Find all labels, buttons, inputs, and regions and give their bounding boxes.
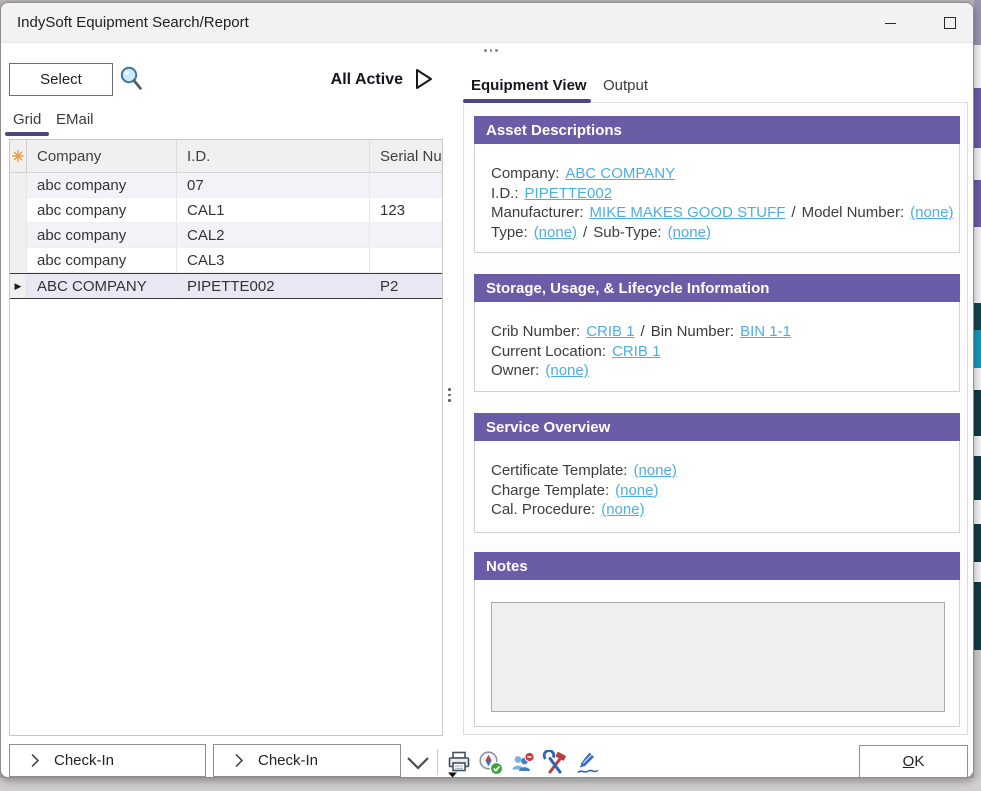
section-service-overview: Service Overview Certificate Template: (n… [474, 413, 960, 533]
maximize-button[interactable] [928, 3, 972, 43]
maximize-icon [944, 17, 956, 29]
separator: / [583, 224, 587, 241]
current-row-marker-icon: ▶ [15, 281, 22, 292]
field-label: Company: [491, 165, 559, 182]
check-in-button-2[interactable]: Check-In [213, 744, 401, 777]
select-button[interactable]: Select [9, 63, 113, 96]
field-label: Crib Number: [491, 323, 580, 340]
new-row-header[interactable] [10, 140, 27, 172]
field-label: Type: [491, 224, 528, 241]
cell-company: abc company [27, 198, 177, 222]
section-asset-descriptions: Asset Descriptions Company: ABC COMPANY I… [474, 116, 960, 253]
model-number-link[interactable]: (none) [910, 204, 953, 221]
separator: / [791, 204, 795, 221]
tab-grid[interactable]: Grid [13, 111, 41, 128]
section-header: Storage, Usage, & Lifecycle Information [474, 274, 960, 302]
field-label: Certificate Template: [491, 462, 627, 479]
cell-id: CAL2 [177, 223, 370, 247]
cell-serial [370, 223, 443, 247]
column-header-id[interactable]: I.D. [177, 140, 370, 172]
cell-serial [370, 248, 443, 272]
print-icon[interactable] [446, 750, 472, 776]
section-header: Asset Descriptions [474, 116, 960, 144]
manufacturer-link[interactable]: MIKE MAKES GOOD STUFF [590, 204, 786, 221]
chevron-down-icon[interactable] [405, 756, 431, 776]
section-header: Notes [474, 552, 960, 580]
id-link[interactable]: PIPETTE002 [525, 185, 613, 202]
current-location-link[interactable]: CRIB 1 [612, 343, 660, 360]
cell-serial [370, 173, 443, 197]
cell-serial: 123 [370, 198, 443, 222]
chevron-right-icon [30, 753, 40, 768]
tools-icon[interactable] [542, 750, 568, 776]
cell-serial: P2 [370, 274, 443, 298]
company-link[interactable]: ABC COMPANY [565, 165, 675, 182]
equipment-view-panel: Asset Descriptions Company: ABC COMPANY I… [463, 103, 968, 735]
table-row[interactable]: abc company 07 [10, 173, 443, 198]
run-search-icon[interactable] [413, 67, 435, 96]
cal-procedure-link[interactable]: (none) [601, 501, 644, 518]
titlebar: IndySoft Equipment Search/Report [1, 3, 973, 43]
equipment-search-report-window: IndySoft Equipment Search/Report Select … [0, 2, 974, 778]
cell-id: PIPETTE002 [177, 274, 370, 298]
tab-output[interactable]: Output [603, 77, 648, 94]
users-badge-icon[interactable] [509, 750, 535, 776]
filter-label: All Active [291, 71, 403, 89]
minimize-icon [885, 23, 896, 24]
type-link[interactable]: (none) [534, 224, 577, 241]
horizontal-splitter-handle[interactable] [484, 49, 498, 52]
field-label: Bin Number: [651, 323, 734, 340]
window-title: IndySoft Equipment Search/Report [17, 14, 249, 31]
ok-button[interactable]: OK [859, 745, 968, 778]
search-icon[interactable] [118, 65, 145, 99]
cell-id: 07 [177, 173, 370, 197]
owner-link[interactable]: (none) [545, 362, 588, 379]
column-header-company[interactable]: Company [27, 140, 177, 172]
table-row[interactable]: abc company CAL1 123 [10, 198, 443, 223]
table-row[interactable]: abc company CAL3 [10, 248, 443, 273]
charge-template-link[interactable]: (none) [615, 482, 658, 499]
tab-equipment-view[interactable]: Equipment View [471, 77, 587, 94]
field-label: Owner: [491, 362, 539, 379]
cell-id: CAL1 [177, 198, 370, 222]
certificate-template-link[interactable]: (none) [633, 462, 676, 479]
toolbar-divider [437, 749, 438, 775]
subtype-link[interactable]: (none) [668, 224, 711, 241]
equipment-grid: Company I.D. Serial Num abc company 07 a… [9, 139, 443, 736]
minimize-button[interactable] [868, 3, 912, 43]
section-header: Service Overview [474, 413, 960, 441]
signature-icon[interactable] [575, 750, 601, 776]
background-window-edge [974, 0, 981, 791]
field-label: Cal. Procedure: [491, 501, 595, 518]
cell-company: abc company [27, 248, 177, 272]
grid-header-row: Company I.D. Serial Num [10, 140, 443, 173]
chevron-right-icon [234, 753, 244, 768]
field-label: Manufacturer: [491, 204, 584, 221]
cell-company: abc company [27, 223, 177, 247]
crib-number-link[interactable]: CRIB 1 [586, 323, 634, 340]
active-tab-indicator [5, 132, 49, 136]
field-label: Charge Template: [491, 482, 609, 499]
table-row-selected[interactable]: ▶ ABC COMPANY PIPETTE002 P2 [10, 273, 443, 299]
field-label: Sub-Type: [593, 224, 661, 241]
field-label: Current Location: [491, 343, 606, 360]
field-label: I.D.: [491, 185, 519, 202]
check-in-button-1[interactable]: Check-In [9, 744, 206, 777]
background-window-bottom [0, 778, 981, 791]
asterisk-icon [12, 150, 24, 162]
compass-verified-icon[interactable] [478, 750, 504, 776]
table-row[interactable]: abc company CAL2 [10, 223, 443, 248]
vertical-splitter-handle[interactable] [448, 388, 451, 402]
cell-id: CAL3 [177, 248, 370, 272]
section-notes: Notes [474, 552, 960, 727]
cell-company: abc company [27, 173, 177, 197]
cell-company: ABC COMPANY [27, 274, 177, 298]
column-header-serial[interactable]: Serial Num [370, 140, 443, 172]
field-label: Model Number: [802, 204, 905, 221]
bin-number-link[interactable]: BIN 1-1 [740, 323, 791, 340]
separator: / [641, 323, 645, 340]
notes-textarea [491, 602, 945, 712]
section-storage-usage-lifecycle: Storage, Usage, & Lifecycle Information … [474, 274, 960, 392]
tab-email[interactable]: EMail [56, 111, 94, 128]
